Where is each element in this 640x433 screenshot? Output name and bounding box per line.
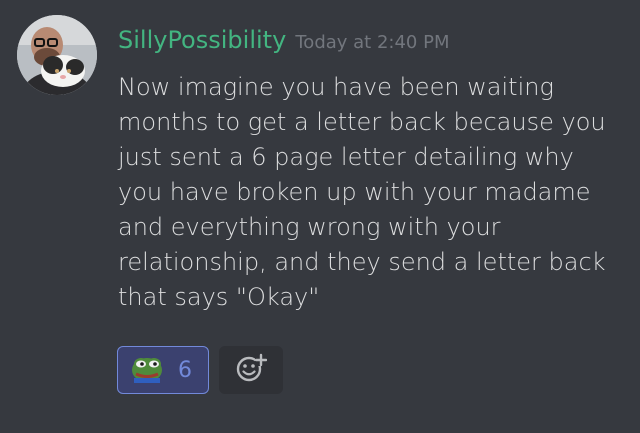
reactions-bar: 6 (117, 346, 283, 394)
avatar[interactable] (17, 15, 97, 95)
message-text: Now imagine you have been waiting months… (118, 73, 606, 311)
username[interactable]: SillyPossibility (118, 26, 286, 54)
reaction-pepe[interactable]: 6 (117, 346, 209, 394)
chat-message: SillyPossibility Today at 2:40 PM Now im… (0, 0, 640, 433)
avatar-image (17, 15, 97, 95)
message-header: SillyPossibility Today at 2:40 PM (118, 24, 450, 59)
pepe-frog-emoji-icon (130, 353, 164, 387)
add-reaction-button[interactable] (219, 346, 283, 394)
timestamp: Today at 2:40 PM (295, 32, 450, 53)
add-reaction-smiley-icon (235, 352, 268, 388)
reaction-count: 6 (178, 357, 192, 383)
